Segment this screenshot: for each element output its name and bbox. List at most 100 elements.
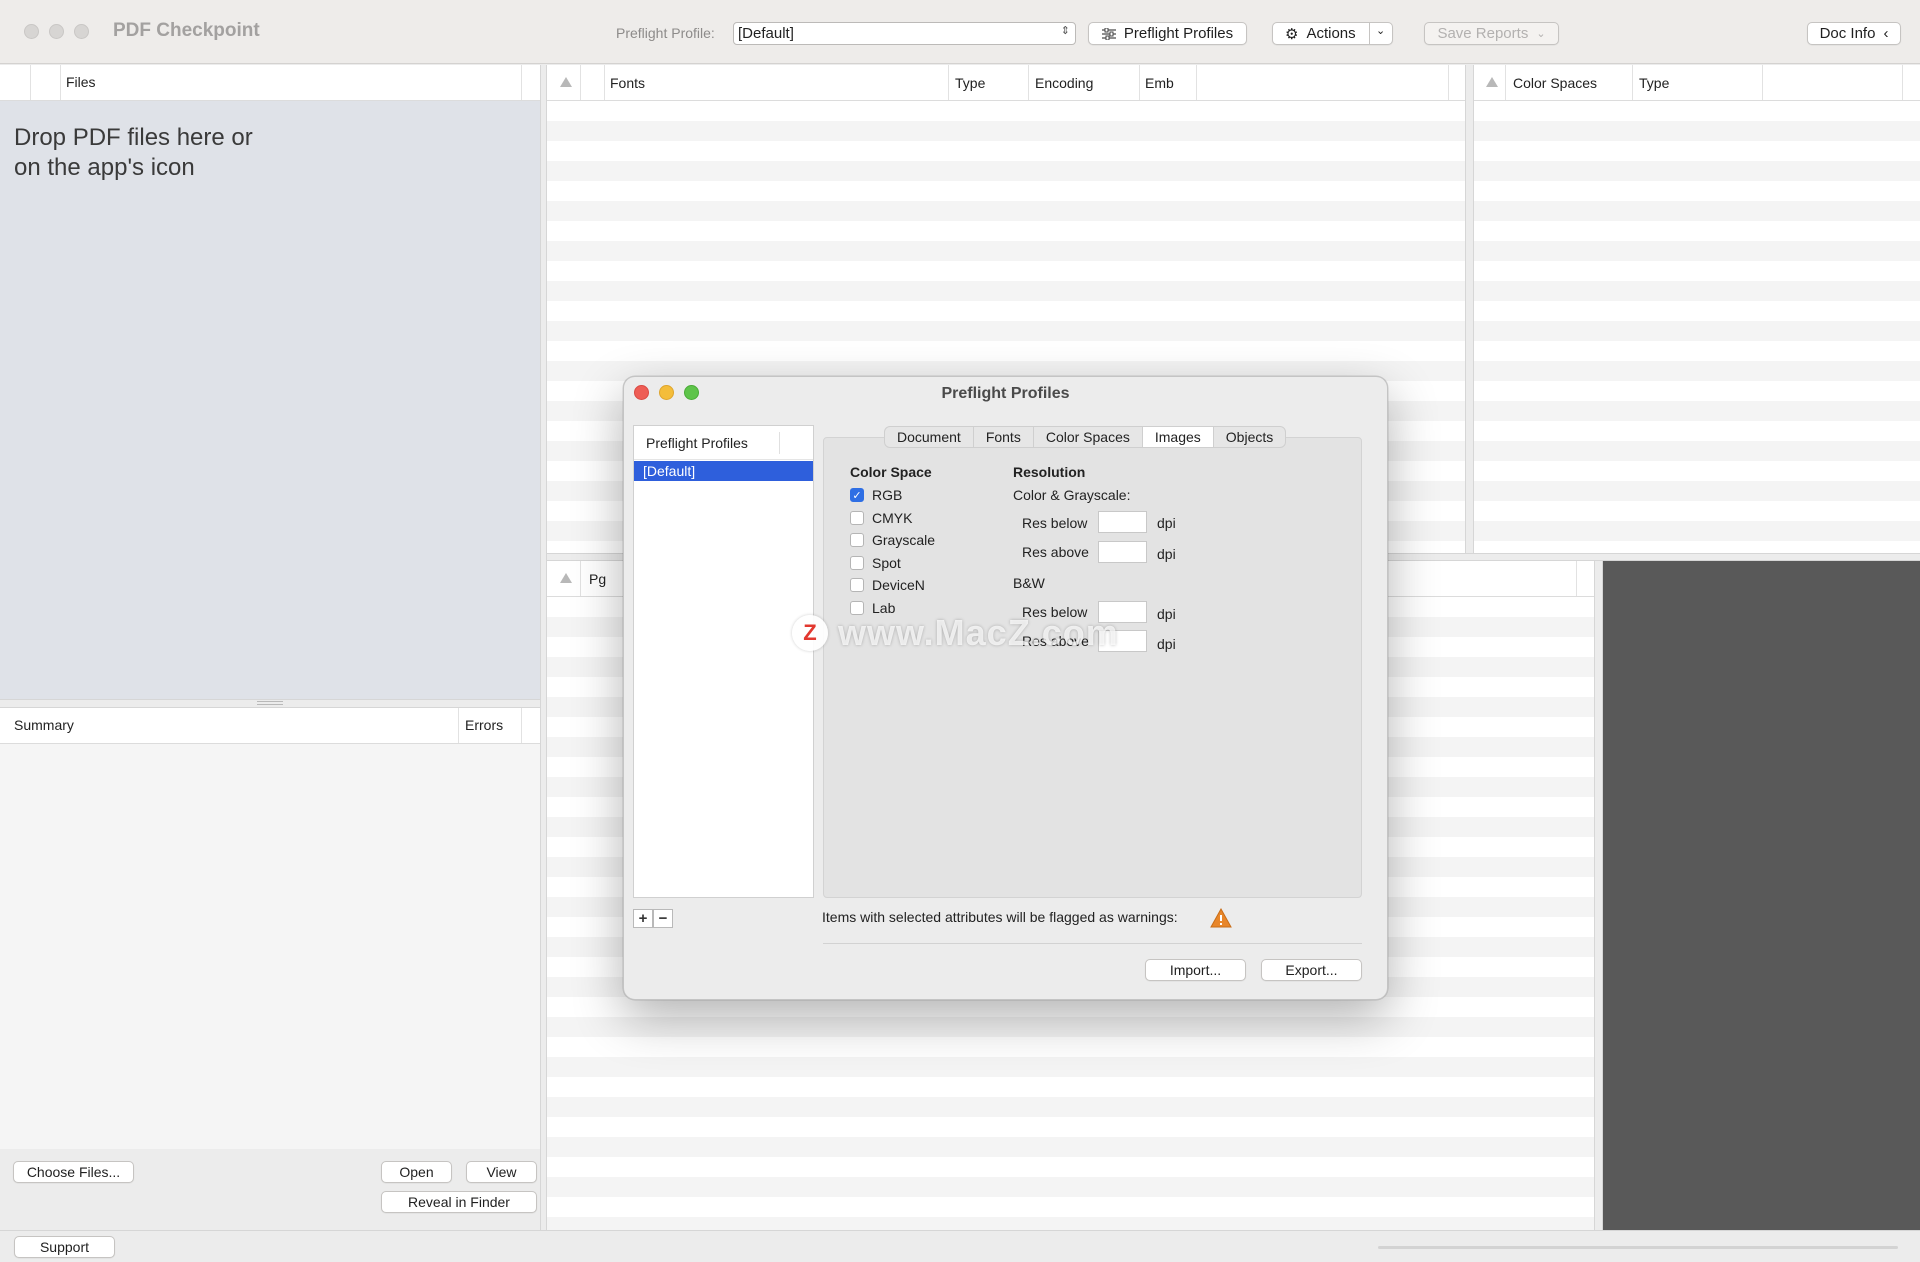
color-spaces-table-header: Color Spaces Type — [1474, 65, 1920, 101]
title-bar: PDF Checkpoint Preflight Profile: [Defau… — [0, 0, 1920, 64]
preview-splitter[interactable] — [1594, 561, 1603, 1230]
dialog-title: Preflight Profiles — [941, 385, 1070, 402]
checkbox-devicen[interactable]: DeviceN — [850, 574, 970, 597]
summary-column-header[interactable]: Summary — [14, 717, 74, 733]
drop-hint-line-2: on the app's icon — [14, 154, 195, 181]
profile-list[interactable]: Preflight Profiles [Default] — [633, 425, 814, 898]
checkmark-icon: ✓ — [850, 488, 864, 503]
warning-column-icon — [1486, 77, 1498, 87]
encoding-column-header[interactable]: Encoding — [1035, 75, 1093, 91]
tab-fonts[interactable]: Fonts — [974, 427, 1034, 447]
drop-hint-line-1: Drop PDF files here or — [14, 124, 253, 151]
fonts-table-header: Fonts Type Encoding Emb — [547, 65, 1465, 101]
fonts-colors-splitter[interactable] — [1465, 65, 1474, 553]
watermark: Z www.MacZ.com — [792, 612, 1119, 654]
checkbox-rgb[interactable]: ✓ RGB — [850, 484, 970, 507]
color-grayscale-label: Color & Grayscale: — [1013, 487, 1131, 503]
chevron-down-icon: ⌄ — [1536, 28, 1546, 40]
save-reports-label: Save Reports — [1437, 25, 1529, 42]
view-button[interactable]: View — [466, 1161, 537, 1183]
minimize-window-button[interactable] — [49, 24, 64, 39]
cg-res-above-unit: dpi — [1157, 546, 1176, 562]
actions-label: Actions — [1306, 25, 1356, 42]
warning-hint: Items with selected attributes will be f… — [822, 909, 1178, 925]
cg-res-below-unit: dpi — [1157, 515, 1176, 531]
color-space-checkboxes: ✓ RGB CMYK Grayscale Spot DeviceN Lab — [850, 484, 970, 619]
tab-images[interactable]: Images — [1142, 427, 1214, 447]
vertical-splitter[interactable] — [540, 65, 547, 1230]
close-window-button[interactable] — [24, 24, 39, 39]
checkbox-rgb-label: RGB — [872, 487, 903, 504]
sliders-icon — [1101, 27, 1116, 40]
checkbox-box — [850, 578, 864, 593]
reveal-in-finder-button[interactable]: Reveal in Finder — [381, 1191, 537, 1213]
preflight-profiles-dialog: Preflight Profiles Preflight Profiles [D… — [623, 376, 1388, 1000]
tab-document[interactable]: Document — [885, 427, 974, 447]
chevron-down-icon[interactable]: ⌄ — [1376, 24, 1385, 37]
remove-profile-button[interactable]: − — [653, 909, 673, 928]
tab-content-panel: Color Space ✓ RGB CMYK Grayscale Spot De… — [823, 437, 1362, 898]
pg-column-header[interactable]: Pg — [589, 571, 606, 587]
zoom-window-button[interactable] — [74, 24, 89, 39]
doc-info-label: Doc Info — [1819, 25, 1876, 42]
bw-res-above-unit: dpi — [1157, 636, 1176, 652]
files-drop-area[interactable]: Drop PDF files here or on the app's icon — [0, 101, 540, 699]
color-spaces-column-header[interactable]: Color Spaces — [1513, 75, 1597, 91]
type-column-header[interactable]: Type — [955, 75, 985, 91]
export-button[interactable]: Export... — [1261, 959, 1362, 981]
save-reports-button[interactable]: Save Reports ⌄ — [1424, 22, 1559, 45]
checkbox-box — [850, 533, 864, 548]
split-handle[interactable] — [0, 699, 540, 708]
profile-list-header-label: Preflight Profiles — [646, 434, 748, 451]
chevron-left-icon: ‹ — [1883, 25, 1889, 42]
warning-column-icon — [560, 77, 572, 87]
import-button[interactable]: Import... — [1145, 959, 1246, 981]
tab-color-spaces[interactable]: Color Spaces — [1034, 427, 1143, 447]
errors-column-header[interactable]: Errors — [465, 717, 503, 733]
summary-list — [0, 744, 540, 1149]
preflight-profile-label: Preflight Profile: — [616, 25, 715, 41]
open-button[interactable]: Open — [381, 1161, 452, 1183]
checkbox-spot-label: Spot — [872, 554, 901, 571]
bw-res-below-unit: dpi — [1157, 606, 1176, 622]
summary-header: Summary Errors — [0, 708, 540, 744]
checkbox-cmyk[interactable]: CMYK — [850, 507, 970, 530]
watermark-logo: Z — [792, 615, 828, 651]
checkbox-box — [850, 555, 864, 570]
support-button[interactable]: Support — [14, 1236, 115, 1258]
files-header: Files — [0, 65, 540, 101]
cg-res-above-input[interactable] — [1098, 541, 1147, 563]
checkbox-devicen-label: DeviceN — [872, 577, 925, 594]
updown-chevron-icon: ⇕ — [1060, 25, 1070, 37]
add-profile-button[interactable]: + — [633, 909, 653, 928]
color-space-title: Color Space — [850, 464, 932, 480]
resolution-title: Resolution — [1013, 464, 1086, 480]
actions-separator — [1369, 23, 1370, 44]
preflight-profile-select[interactable]: [Default] ⇕ — [733, 22, 1076, 45]
dialog-separator — [823, 943, 1362, 944]
files-column-header[interactable]: Files — [66, 74, 96, 90]
emb-column-header[interactable]: Emb — [1145, 75, 1174, 91]
profile-list-header: Preflight Profiles — [634, 426, 813, 460]
page-preview — [1603, 561, 1920, 1230]
cg-res-below-input[interactable] — [1098, 511, 1147, 533]
checkbox-grayscale[interactable]: Grayscale — [850, 529, 970, 552]
preflight-profiles-button[interactable]: Preflight Profiles — [1088, 22, 1247, 45]
app-title: PDF Checkpoint — [113, 20, 260, 41]
choose-files-button[interactable]: Choose Files... — [13, 1161, 134, 1183]
bottom-bar: Support — [0, 1230, 1920, 1262]
checkbox-box — [850, 510, 864, 525]
watermark-text: www.MacZ.com — [838, 612, 1119, 653]
gear-icon: ⚙ — [1285, 25, 1299, 43]
checkbox-grayscale-label: Grayscale — [872, 532, 936, 549]
profile-item-default[interactable]: [Default] — [634, 461, 813, 481]
checkbox-spot[interactable]: Spot — [850, 552, 970, 575]
fonts-column-header[interactable]: Fonts — [610, 75, 645, 91]
tab-objects[interactable]: Objects — [1214, 427, 1285, 447]
checkbox-cmyk-label: CMYK — [872, 509, 913, 526]
preflight-profile-value: [Default] — [738, 25, 794, 42]
actions-button[interactable]: ⚙ Actions ⌄ — [1272, 22, 1393, 45]
color-spaces-table-body[interactable] — [1474, 101, 1920, 553]
doc-info-button[interactable]: Doc Info ‹ — [1807, 22, 1901, 45]
color-type-column-header[interactable]: Type — [1639, 75, 1669, 91]
